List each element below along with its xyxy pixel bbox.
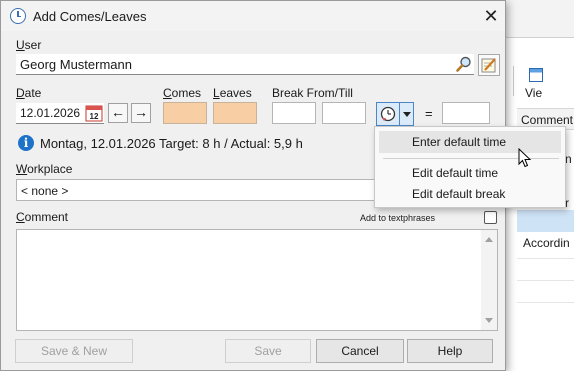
break-label: Break From/Till xyxy=(272,86,353,100)
dialog-title: Add Comes/Leaves xyxy=(33,9,147,24)
menu-separator xyxy=(383,158,559,159)
search-user-icon[interactable] xyxy=(455,55,473,73)
comment-scrollbar[interactable] xyxy=(481,230,497,330)
toolbar-separator xyxy=(513,66,514,96)
comes-time-input[interactable] xyxy=(163,102,207,124)
equals-sign: = xyxy=(425,106,433,121)
user-label: User xyxy=(16,38,42,52)
arrow-left-icon: ← xyxy=(111,104,125,120)
comment-textarea[interactable] xyxy=(16,229,498,331)
total-time-field[interactable] xyxy=(442,102,490,124)
day-summary-text: Montag, 12.01.2026 Target: 8 h / Actual:… xyxy=(40,136,303,151)
add-to-textphrases-label: Add to textphrases xyxy=(360,213,436,223)
default-time-split-button[interactable] xyxy=(376,102,414,126)
save-button[interactable]: Save xyxy=(225,339,311,363)
background-toolbar-strip xyxy=(501,0,574,38)
comes-label: Comes xyxy=(163,86,202,100)
date-label: Date xyxy=(16,86,42,100)
split-divider xyxy=(399,103,400,125)
view-button[interactable]: Vie xyxy=(521,66,561,102)
previous-day-button[interactable]: ← xyxy=(108,103,128,123)
row-divider xyxy=(517,280,574,281)
table-cell-fragment: n xyxy=(565,152,572,166)
info-icon: i xyxy=(18,135,34,151)
table-cell-text: Accordin xyxy=(523,236,570,250)
mouse-pointer-icon xyxy=(518,148,532,168)
default-time-menu: Enter default time Edit default time Edi… xyxy=(374,126,566,208)
clock-icon xyxy=(10,8,26,24)
workplace-label: Workplace xyxy=(16,162,73,176)
clock-arrow-icon xyxy=(380,106,396,122)
chevron-down-icon[interactable] xyxy=(403,112,411,117)
dialog-titlebar[interactable]: Add Comes/Leaves ✕ xyxy=(1,1,505,31)
table-view-icon xyxy=(529,68,543,82)
scroll-down-icon[interactable] xyxy=(485,318,493,323)
arrow-right-icon: → xyxy=(134,104,148,120)
selected-table-row[interactable] xyxy=(517,210,574,232)
menu-item-edit-default-time[interactable]: Edit default time xyxy=(379,162,561,184)
view-button-label: Vie xyxy=(525,86,543,100)
cancel-button[interactable]: Cancel xyxy=(316,339,404,363)
leaves-label: Leaves xyxy=(213,86,252,100)
row-divider xyxy=(517,258,574,259)
edit-notepad-icon xyxy=(481,58,496,73)
next-day-button[interactable]: → xyxy=(131,103,151,123)
leaves-time-input[interactable] xyxy=(213,102,257,124)
menu-item-enter-default-time[interactable]: Enter default time xyxy=(379,131,561,153)
add-to-textphrases-checkbox[interactable] xyxy=(484,211,497,224)
break-from-input[interactable] xyxy=(272,102,316,124)
edit-user-button[interactable] xyxy=(478,54,500,76)
calendar-icon[interactable]: 12 xyxy=(85,103,103,122)
help-button[interactable]: Help xyxy=(407,339,493,363)
menu-item-edit-default-break[interactable]: Edit default break xyxy=(379,183,561,205)
comment-label: Comment xyxy=(16,210,69,224)
row-divider xyxy=(517,302,574,303)
close-icon[interactable]: ✕ xyxy=(479,4,503,28)
user-field[interactable]: Georg Mustermann xyxy=(16,54,474,75)
save-and-new-button[interactable]: Save & New xyxy=(15,339,133,363)
workplace-selected-value: < none > xyxy=(21,184,69,198)
break-till-input[interactable] xyxy=(322,102,366,124)
calendar-day-number: 12 xyxy=(90,112,99,121)
scroll-up-icon[interactable] xyxy=(485,237,493,242)
